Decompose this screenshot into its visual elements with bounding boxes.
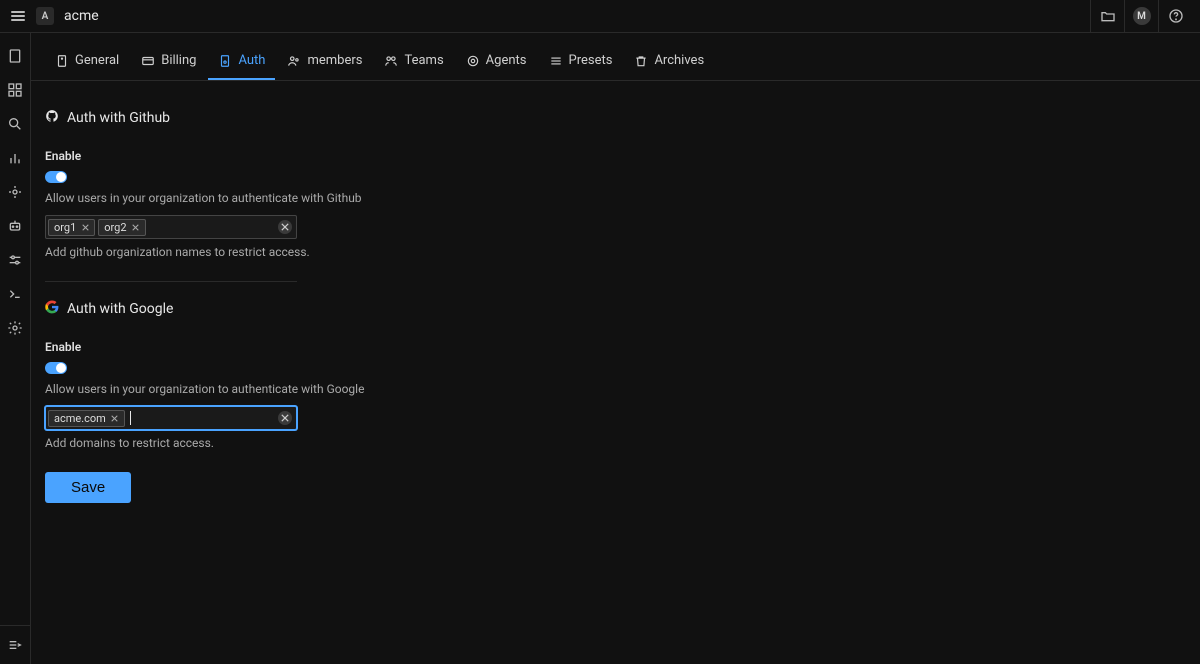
org-name: acme (64, 8, 99, 24)
google-icon (45, 300, 59, 318)
google-help-text: Allow users in your organization to auth… (45, 382, 565, 396)
google-domain-text-input[interactable] (134, 409, 270, 427)
sidebar-icon-search[interactable] (6, 115, 24, 133)
tab-agents[interactable]: Agents (456, 47, 537, 80)
tag: org2 (98, 219, 145, 236)
tab-label: Archives (654, 53, 704, 68)
tab-label: members (307, 53, 362, 68)
section-title: Auth with Github (67, 110, 170, 126)
tab-archives[interactable]: Archives (624, 47, 714, 80)
tag-remove-icon[interactable] (132, 223, 140, 231)
text-cursor (130, 411, 131, 425)
left-rail (0, 33, 31, 664)
enable-label: Enable (45, 149, 565, 163)
tag-label: org1 (54, 221, 76, 234)
user-avatar[interactable]: M (1124, 0, 1158, 33)
tab-general[interactable]: General (45, 47, 129, 80)
tag-label: org2 (104, 221, 126, 234)
topbar: A acme M (0, 0, 1200, 33)
tag-remove-icon[interactable] (111, 414, 119, 422)
help-icon[interactable] (1158, 0, 1192, 33)
tab-label: Agents (486, 53, 527, 68)
sidebar-icon-settings[interactable] (6, 319, 24, 337)
github-input-help: Add github organization names to restric… (45, 245, 565, 259)
sidebar-icon-sliders[interactable] (6, 251, 24, 269)
github-help-text: Allow users in your organization to auth… (45, 191, 565, 205)
github-enable-toggle[interactable] (45, 171, 67, 183)
sidebar-icon-expand[interactable] (6, 636, 24, 654)
tab-label: Presets (569, 53, 613, 68)
tag-remove-icon[interactable] (81, 223, 89, 231)
github-auth-section: Auth with Github Enable Allow users in y… (45, 109, 565, 282)
section-title: Auth with Google (67, 301, 173, 317)
folder-open-icon[interactable] (1090, 0, 1124, 33)
tab-billing[interactable]: Billing (131, 47, 206, 80)
save-button[interactable]: Save (45, 472, 131, 503)
sidebar-icon-target[interactable] (6, 183, 24, 201)
tag-label: acme.com (54, 412, 106, 425)
tab-teams[interactable]: Teams (374, 47, 453, 80)
clear-all-icon[interactable] (278, 220, 292, 234)
sidebar-icon-page[interactable] (6, 47, 24, 65)
google-auth-section: Auth with Google Enable Allow users in y… (45, 300, 565, 450)
tag: org1 (48, 219, 95, 236)
sidebar-icon-robot[interactable] (6, 217, 24, 235)
org-avatar[interactable]: A (36, 7, 54, 25)
github-icon (45, 109, 59, 127)
github-orgs-input[interactable]: org1 org2 (45, 215, 297, 239)
content: Auth with Github Enable Allow users in y… (31, 81, 1200, 664)
clear-all-icon[interactable] (278, 411, 292, 425)
tab-label: General (75, 53, 119, 68)
tab-presets[interactable]: Presets (539, 47, 623, 80)
tag: acme.com (48, 410, 125, 427)
divider (45, 281, 297, 282)
google-enable-toggle[interactable] (45, 362, 67, 374)
tab-label: Auth (238, 53, 265, 68)
sidebar-icon-terminal[interactable] (6, 285, 24, 303)
sidebar-icon-grid[interactable] (6, 81, 24, 99)
tab-members[interactable]: members (277, 47, 372, 80)
tab-label: Teams (404, 53, 443, 68)
settings-tabs: General Billing Auth members Teams Agent… (31, 33, 1200, 81)
google-domains-input[interactable]: acme.com (45, 406, 297, 430)
enable-label: Enable (45, 340, 565, 354)
sidebar-icon-chart[interactable] (6, 149, 24, 167)
google-input-help: Add domains to restrict access. (45, 436, 565, 450)
tab-auth[interactable]: Auth (208, 47, 275, 80)
tab-label: Billing (161, 53, 196, 68)
drag-handle-icon[interactable] (8, 11, 28, 21)
